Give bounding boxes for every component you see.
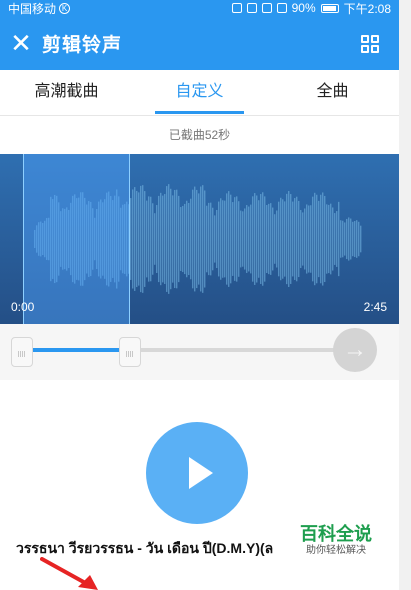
start-trim-handle[interactable] (11, 337, 33, 367)
watermark-subtitle: 助你轻松解决 (306, 545, 366, 556)
end-trim-handle[interactable] (119, 337, 141, 367)
tab-highlight-cut[interactable]: 高潮截曲 (0, 70, 133, 115)
status-bar: 中国移动 K 90% 下午2:08 (0, 0, 399, 16)
end-time-label: 2:45 (363, 300, 387, 314)
waveform-panel[interactable]: 0:00 2:45 (0, 154, 399, 324)
red-arrow-annotation (40, 557, 98, 590)
selection-region[interactable] (23, 154, 130, 324)
trim-slider-track[interactable] (22, 348, 369, 352)
play-icon (189, 457, 213, 489)
carrier-badge: K (59, 2, 71, 14)
trim-slider-fill (22, 348, 122, 352)
page-edge (399, 0, 411, 590)
next-arrow-button[interactable]: → (333, 328, 377, 372)
watermark-title: 百科全说 (300, 524, 372, 544)
page-title: 剪辑铃声 (42, 34, 123, 56)
start-time-label: 0:00 (11, 300, 35, 314)
tab-full-song[interactable]: 全曲 (266, 70, 399, 115)
battery-icon (320, 3, 339, 13)
tab-custom[interactable]: 自定义 (133, 70, 266, 115)
carrier-name: 中国移动 (8, 1, 57, 16)
status-indicators: 90% 下午2:08 (231, 0, 391, 17)
close-icon[interactable]: ✕ (0, 16, 42, 70)
trim-slider-area: → (0, 324, 399, 380)
vibrate-icon (231, 3, 242, 13)
app-bar: ✕ 剪辑铃声 (0, 16, 399, 70)
signal-icon (276, 3, 287, 13)
battery-percent: 90% (291, 1, 316, 15)
play-button[interactable] (146, 422, 248, 524)
alarm-icon (246, 3, 257, 13)
carrier-info: 中国移动 K (8, 0, 71, 17)
watermark: 百科全说 助你轻松解决 (296, 523, 376, 557)
status-time: 下午2:08 (343, 1, 391, 16)
grid-icon[interactable] (361, 35, 379, 53)
wifi-icon (261, 3, 272, 13)
mode-tabs: 高潮截曲 自定义 全曲 (0, 70, 399, 116)
cut-duration-label: 已截曲52秒 (168, 128, 231, 142)
